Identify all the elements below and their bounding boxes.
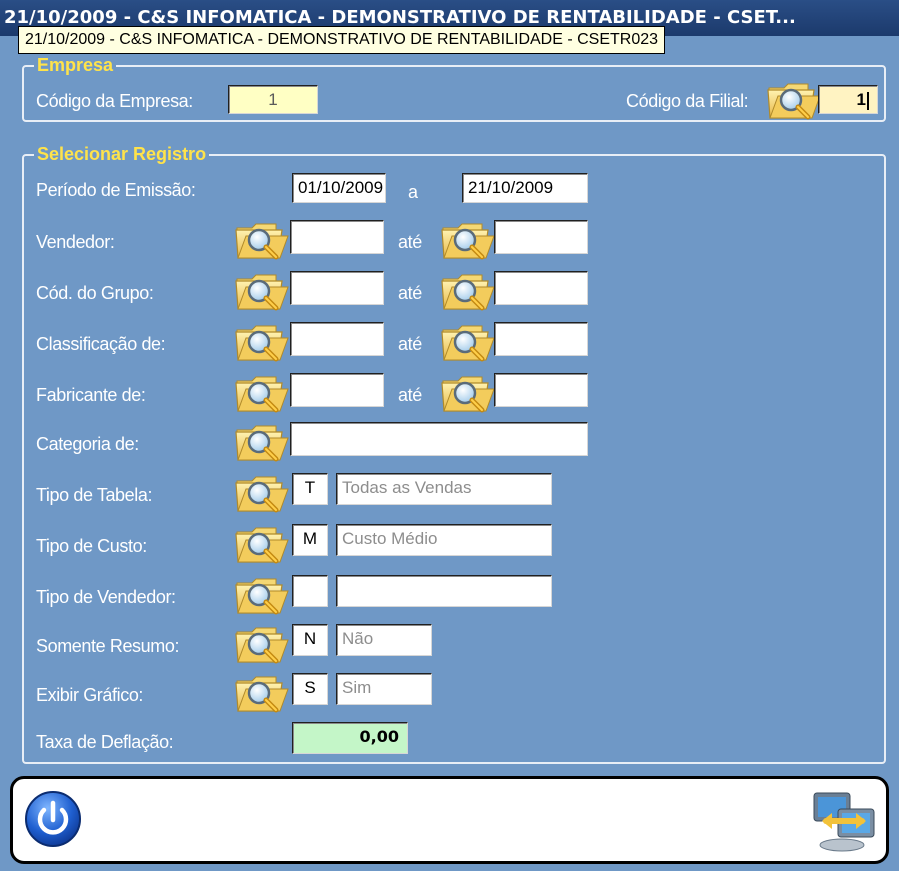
classificacao-from-field[interactable]: [290, 322, 384, 356]
tipo-tabela-label: Tipo de Tabela:: [36, 485, 153, 505]
tipo-tabela-code-field[interactable]: T: [292, 473, 328, 505]
somente-resumo-desc-field: Não: [336, 624, 432, 656]
periodo-label: Período de Emissão:: [36, 180, 196, 200]
classificacao-ate-label: até: [398, 334, 422, 354]
codigo-empresa-field[interactable]: 1: [228, 85, 318, 114]
codigo-filial-label: Código da Filial:: [626, 91, 749, 111]
text-cursor: [867, 91, 869, 110]
classificacao-to-field[interactable]: [494, 322, 588, 356]
tipo-custo-search-icon[interactable]: [234, 522, 290, 564]
grupo-from-field[interactable]: [290, 271, 384, 305]
vendedor-to-field[interactable]: [494, 220, 588, 254]
fabricante-label: Fabricante de:: [36, 385, 146, 405]
grupo-ate-label: até: [398, 283, 422, 303]
vendedor-to-search-icon[interactable]: [440, 218, 496, 260]
somente-resumo-label: Somente Resumo:: [36, 636, 180, 656]
tipo-custo-desc-field: Custo Médio: [336, 524, 552, 556]
classificacao-label: Classificação de:: [36, 334, 166, 354]
categoria-label: Categoria de:: [36, 434, 139, 454]
action-panel: [10, 776, 889, 864]
codigo-empresa-label: Código da Empresa:: [36, 91, 193, 111]
vendedor-from-search-icon[interactable]: [234, 218, 290, 260]
fabricante-from-field[interactable]: [290, 373, 384, 407]
grupo-to-search-icon[interactable]: [440, 269, 496, 311]
codigo-filial-field[interactable]: 1: [818, 85, 878, 114]
periodo-separator: a: [408, 182, 418, 202]
registro-legend: Selecionar Registro: [34, 144, 210, 164]
window-title: 21/10/2009 - C&S INFOMATICA - DEMONSTRAT…: [4, 7, 796, 28]
tipo-custo-code-field[interactable]: M: [292, 524, 328, 556]
classificacao-to-search-icon[interactable]: [440, 320, 496, 362]
taxa-deflacao-label: Taxa de Deflação:: [36, 732, 174, 752]
periodo-to-field[interactable]: 21/10/2009: [462, 173, 588, 203]
exibir-grafico-search-icon[interactable]: [234, 671, 290, 713]
empresa-legend: Empresa: [34, 55, 117, 75]
generate-report-button[interactable]: [812, 787, 876, 853]
vendedor-from-field[interactable]: [290, 220, 384, 254]
tipo-vendedor-search-icon[interactable]: [234, 573, 290, 615]
periodo-from-field[interactable]: 01/10/2009: [292, 173, 386, 203]
fabricante-from-search-icon[interactable]: [234, 371, 290, 413]
exit-button[interactable]: [23, 789, 83, 849]
power-icon: [25, 791, 81, 847]
tipo-tabela-desc-field: Todas as Vendas: [336, 473, 552, 505]
exibir-grafico-code-field[interactable]: S: [292, 673, 328, 705]
tipo-vendedor-label: Tipo de Vendedor:: [36, 587, 176, 607]
vendedor-label: Vendedor:: [36, 232, 115, 252]
somente-resumo-code-field[interactable]: N: [292, 624, 328, 656]
exibir-grafico-label: Exibir Gráfico:: [36, 685, 144, 705]
title-tooltip: 21/10/2009 - C&S INFOMATICA - DEMONSTRAT…: [18, 26, 666, 54]
tipo-vendedor-code-field[interactable]: [292, 575, 328, 607]
vendedor-ate-label: até: [398, 232, 422, 252]
codigo-filial-value: 1: [856, 90, 866, 109]
categoria-field[interactable]: [290, 422, 588, 456]
fabricante-ate-label: até: [398, 385, 422, 405]
report-form: Empresa Código da Empresa: 1 Código da F…: [0, 36, 899, 871]
somente-resumo-search-icon[interactable]: [234, 622, 290, 664]
fabricante-to-search-icon[interactable]: [440, 371, 496, 413]
classificacao-from-search-icon[interactable]: [234, 320, 290, 362]
grupo-label: Cód. do Grupo:: [36, 283, 154, 303]
tipo-vendedor-desc-field: [336, 575, 552, 607]
categoria-search-icon[interactable]: [234, 420, 290, 462]
exibir-grafico-desc-field: Sim: [336, 673, 432, 705]
taxa-deflacao-field[interactable]: 0,00: [292, 722, 408, 754]
transfer-computers-icon: [813, 792, 875, 852]
grupo-to-field[interactable]: [494, 271, 588, 305]
grupo-from-search-icon[interactable]: [234, 269, 290, 311]
tipo-tabela-search-icon[interactable]: [234, 471, 290, 513]
tipo-custo-label: Tipo de Custo:: [36, 536, 147, 556]
fabricante-to-field[interactable]: [494, 373, 588, 407]
filial-search-icon[interactable]: [766, 78, 822, 120]
